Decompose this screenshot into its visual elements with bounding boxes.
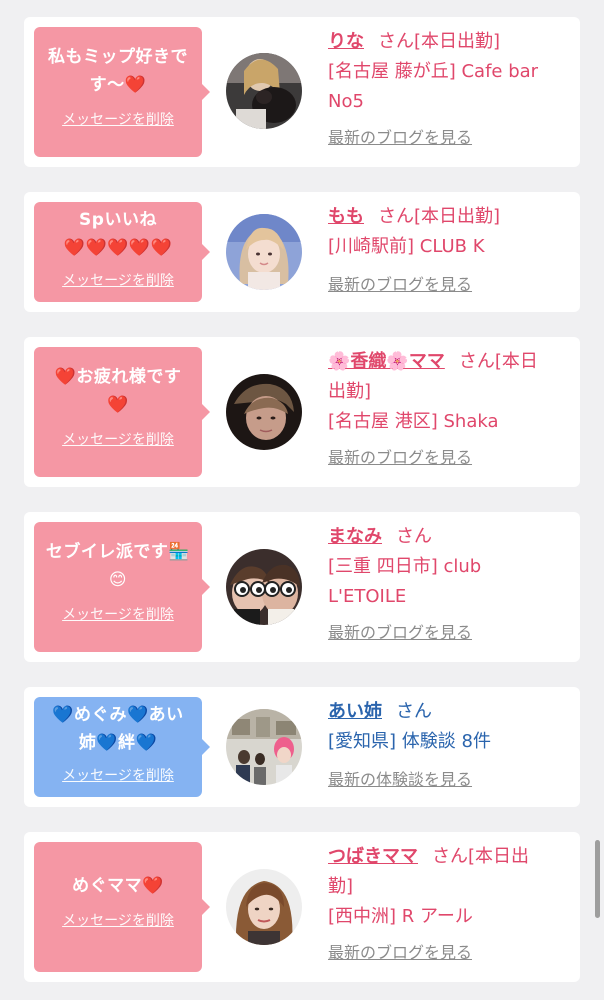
shop-info: L'ETOILE [328,586,407,607]
delete-message-link[interactable]: メッセージを削除 [42,606,194,624]
profile-name-line: りな さん[本日出勤] [328,27,572,57]
message-text-line: ❤️お疲れ様です [54,367,182,387]
message-card: Spいいね ❤️❤️❤️❤️❤️ メッセージを削除 もも さん[本日出勤] [川崎… [24,192,580,312]
name-suffix: さん[本日 [458,351,538,372]
name-suffix: さん[本日出勤] [378,206,501,227]
latest-blog-link[interactable]: 最新のブログを見る [328,447,572,469]
message-text-line: Spいいね [79,210,157,230]
avatar[interactable] [226,374,302,450]
message-bubble: めぐママ❤️ メッセージを削除 [34,842,210,972]
message-text-line: めぐママ❤️ [72,876,164,896]
message-bubble: セブイレ派です🏪 😊 メッセージを削除 [34,522,210,652]
message-card: 💙めぐみ💙あい 姉💙絆💙 メッセージを削除 あい姉 さん [愛知県] 体験談 8… [24,687,580,807]
message-text-line: す〜❤️ [89,75,147,95]
latest-blog-link[interactable]: 最新のブログを見る [328,622,572,644]
message-text-line: 💙めぐみ💙あい [52,705,184,725]
shop-info: [名古屋 港区] Shaka [328,411,499,432]
profile-name-line: もも さん[本日出勤] [328,202,572,232]
avatar[interactable] [226,53,302,129]
message-text-line: 私もミップ好きで [48,47,188,67]
message-list: 私もミップ好きで す〜❤️ メッセージを削除 りな さん[本日出勤] [名古屋 藤… [0,0,604,1000]
latest-blog-link[interactable]: 最新のブログを見る [328,274,572,296]
name-suffix: さん[本日出 [432,846,530,867]
message-text-line: 😊 [108,570,128,590]
avatar[interactable] [226,214,302,290]
profile-info: まなみ さん [三重 四日市] club L'ETOILE 最新のブログを見る [328,522,572,644]
name-suffix: 勤] [328,876,354,897]
shop-info: [川崎駅前] CLUB K [328,236,485,257]
shop-info: [西中洲] R アール [328,906,473,927]
profile-name-link[interactable]: まなみ [328,526,382,547]
shop-info: [名古屋 藤が丘] Cafe bar [328,61,539,82]
profile-info: あい姉 さん [愛知県] 体験談 8件 最新の体験談を見る [328,697,572,791]
profile-name-link[interactable]: りな [328,31,364,52]
message-card: ❤️お疲れ様です ❤️ メッセージを削除 🌸香織🌸ママ さん[本日 出勤] [名古… [24,337,580,487]
avatar[interactable] [226,549,302,625]
shop-info: [愛知県] 体験談 8件 [328,731,491,752]
message-text-line: 姉💙絆💙 [78,733,158,753]
avatar-photo-icon [226,214,302,290]
name-suffix: 出勤] [328,381,372,402]
delete-message-link[interactable]: メッセージを削除 [42,431,194,449]
profile-info: 🌸香織🌸ママ さん[本日 出勤] [名古屋 港区] Shaka 最新のブログを見る [328,347,572,469]
profile-name-link[interactable]: 🌸香織🌸ママ [328,351,445,372]
profile-name-line: まなみ さん [328,522,572,552]
message-text-line: ❤️❤️❤️❤️❤️ [63,238,173,258]
message-bubble: 💙めぐみ💙あい 姉💙絆💙 メッセージを削除 [34,697,210,797]
profile-name-link[interactable]: あい姉 [328,701,382,722]
profile-name-link[interactable]: つばきママ [328,846,418,867]
message-bubble: Spいいね ❤️❤️❤️❤️❤️ メッセージを削除 [34,202,210,302]
latest-blog-link[interactable]: 最新のブログを見る [328,942,572,964]
message-text-line: セブイレ派です🏪 [45,542,191,562]
delete-message-link[interactable]: メッセージを削除 [42,912,194,930]
name-suffix: さん [396,701,432,722]
shop-info: No5 [328,91,364,112]
avatar-photo-icon [226,709,302,785]
shop-info: [三重 四日市] club [328,556,482,577]
delete-message-link[interactable]: メッセージを削除 [42,111,194,129]
profile-name-line: あい姉 さん [328,697,572,727]
message-card: 私もミップ好きで す〜❤️ メッセージを削除 りな さん[本日出勤] [名古屋 藤… [24,17,580,167]
profile-info: もも さん[本日出勤] [川崎駅前] CLUB K 最新のブログを見る [328,202,572,296]
name-suffix: さん[本日出勤] [378,31,501,52]
avatar-photo-icon [226,549,302,625]
avatar-photo-icon [226,869,302,945]
profile-info: つばきママ さん[本日出 勤] [西中洲] R アール 最新のブログを見る [328,842,572,964]
avatar[interactable] [226,869,302,945]
message-bubble: ❤️お疲れ様です ❤️ メッセージを削除 [34,347,210,477]
avatar-photo-icon [226,53,302,129]
delete-message-link[interactable]: メッセージを削除 [42,767,194,785]
profile-name-link[interactable]: もも [328,206,364,227]
avatar-photo-icon [226,374,302,450]
message-card: セブイレ派です🏪 😊 メッセージを削除 まなみ さん [三重 四日市] club… [24,512,580,662]
profile-name-line: 🌸香織🌸ママ さん[本日 [328,347,572,377]
profile-info: りな さん[本日出勤] [名古屋 藤が丘] Cafe bar No5 最新のブログ… [328,27,572,149]
message-text-line: ❤️ [107,395,129,415]
avatar[interactable] [226,709,302,785]
name-suffix: さん [396,526,432,547]
latest-blog-link[interactable]: 最新のブログを見る [328,127,572,149]
message-card: めぐママ❤️ メッセージを削除 つばきママ さん[本日出 勤] [西中洲] R ア… [24,832,580,982]
delete-message-link[interactable]: メッセージを削除 [42,272,194,290]
scrollbar-thumb[interactable] [595,840,600,918]
message-bubble: 私もミップ好きで す〜❤️ メッセージを削除 [34,27,210,157]
latest-review-link[interactable]: 最新の体験談を見る [328,769,572,791]
profile-name-line: つばきママ さん[本日出 [328,842,572,872]
